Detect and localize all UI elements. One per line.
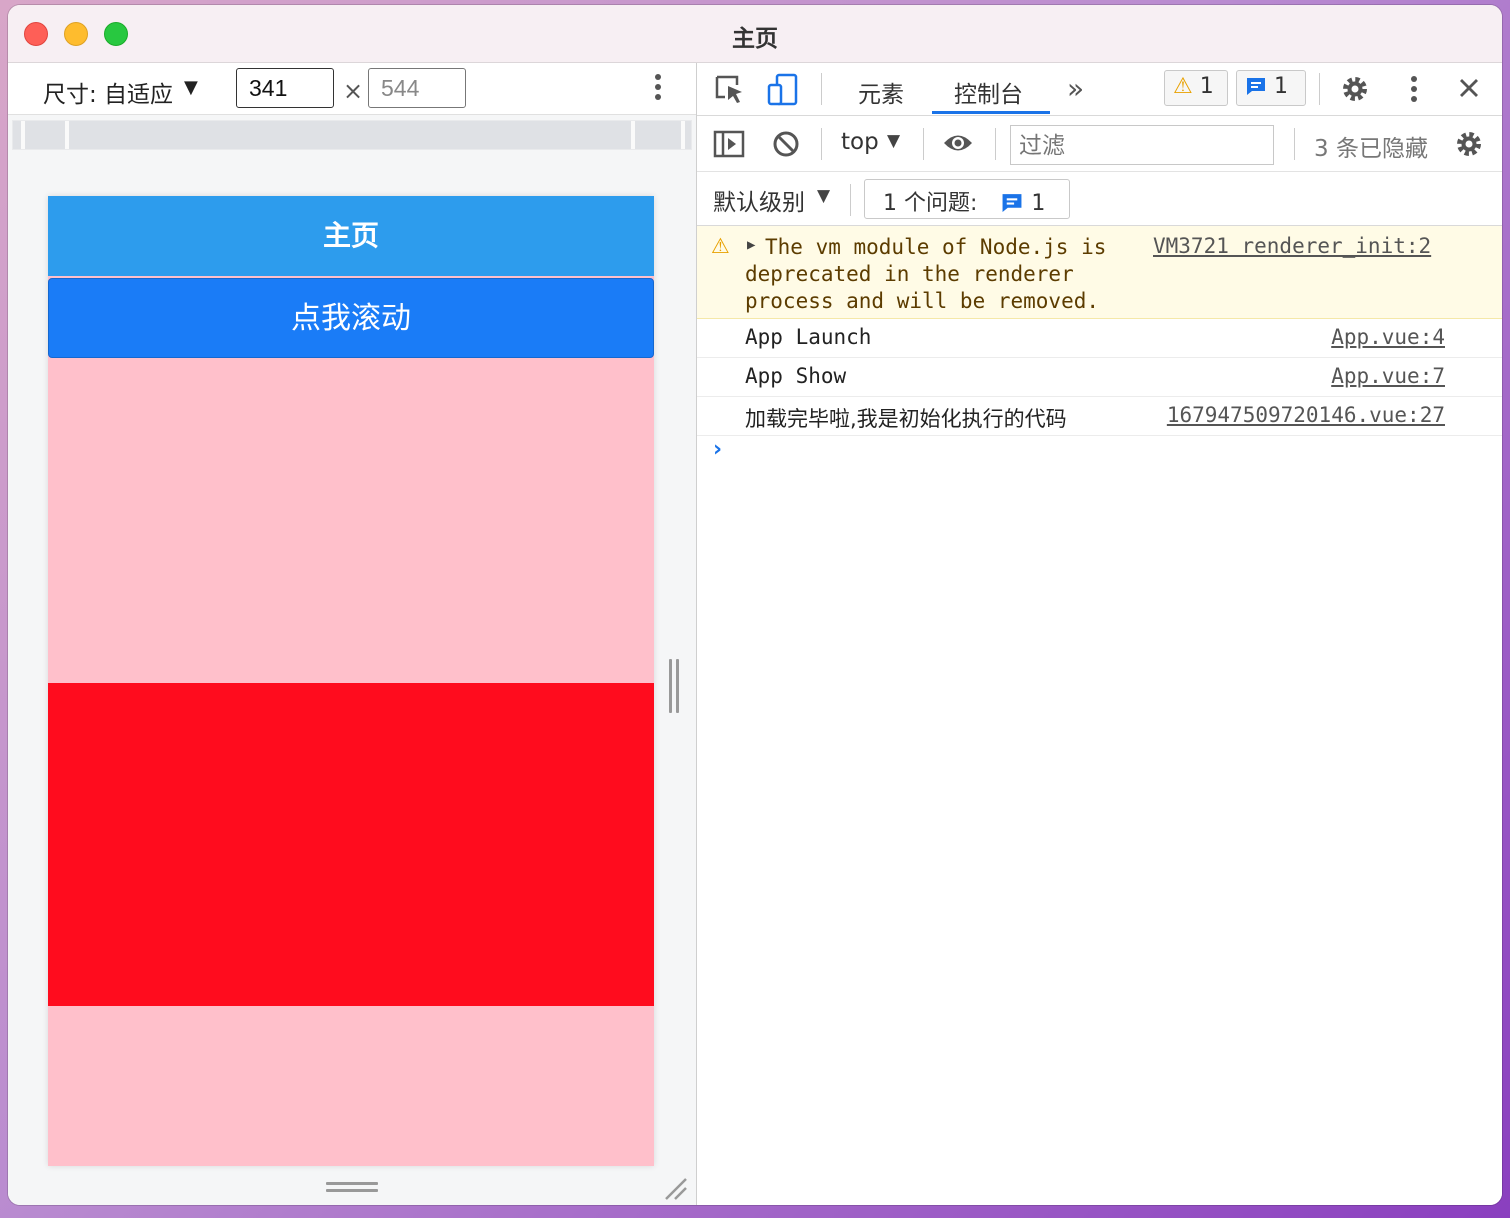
separator — [821, 73, 822, 105]
scroll-button[interactable]: 点我滚动 — [48, 278, 654, 358]
console-toolbar: top ▼ 3 条已隐藏 — [697, 116, 1502, 172]
messages-badge[interactable]: 1 — [1236, 70, 1306, 106]
warnings-badge[interactable]: ⚠ 1 — [1164, 70, 1228, 106]
red-section — [48, 683, 654, 1006]
clear-console-icon[interactable] — [772, 130, 800, 158]
log-source-link[interactable]: App.vue:7 — [1331, 364, 1445, 388]
separator — [1294, 128, 1295, 160]
devtools-more-options-icon[interactable] — [1404, 73, 1424, 107]
ruler-divider — [65, 121, 69, 149]
log-source-link[interactable]: 167947509720146.vue:27 — [1167, 403, 1445, 427]
ruler-divider — [681, 121, 685, 149]
pink-section-bottom — [48, 1006, 654, 1166]
log-text: App Launch — [745, 325, 872, 349]
messages-count: 1 — [1274, 74, 1288, 99]
height-input[interactable] — [368, 68, 466, 108]
issues-count: 1 — [1031, 191, 1046, 216]
filter-input[interactable] — [1010, 125, 1274, 165]
separator — [850, 184, 851, 216]
live-expression-eye-icon[interactable] — [942, 132, 974, 154]
title-bar: 主页 — [8, 5, 1502, 63]
console-log-message[interactable]: App Show App.vue:7 — [697, 358, 1502, 397]
active-tab-indicator — [932, 111, 1050, 114]
warning-icon: ⚠ — [711, 234, 730, 258]
times-symbol: × — [343, 77, 364, 105]
resize-handle-right[interactable] — [669, 659, 683, 713]
inspect-element-icon[interactable] — [715, 75, 747, 105]
log-text: 加载完毕啦,我是初始化执行的代码 — [745, 407, 1067, 431]
tab-elements[interactable]: 元素 — [858, 75, 904, 109]
issue-message-icon — [1002, 194, 1022, 212]
window-title: 主页 — [732, 26, 778, 52]
settings-gear-icon[interactable] — [1340, 74, 1370, 104]
console-levels-bar: 默认级别 ▼ 1 个问题: 1 — [697, 172, 1502, 226]
log-source-link[interactable]: App.vue:4 — [1331, 325, 1445, 349]
devtools-tabbar: 元素 控制台 » ⚠ 1 1 — [697, 63, 1502, 116]
ruler-divider — [631, 121, 635, 149]
warning-source-link[interactable]: VM3721 renderer_init:2 — [1153, 234, 1431, 258]
log-text: App Show — [745, 364, 847, 388]
pink-section-top — [48, 358, 654, 683]
tab-console[interactable]: 控制台 — [954, 75, 1023, 109]
sidebar-toggle-icon[interactable] — [713, 130, 745, 158]
close-devtools-icon[interactable] — [1458, 77, 1480, 99]
console-log-message[interactable]: 加载完毕啦,我是初始化执行的代码 167947509720146.vue:27 — [697, 397, 1502, 436]
message-icon — [1247, 78, 1265, 95]
media-query-ruler[interactable] — [12, 120, 692, 150]
warning-text: The vm module of Node.js is deprecated i… — [745, 235, 1107, 313]
context-selector[interactable]: top — [841, 129, 879, 155]
width-input[interactable] — [236, 68, 334, 108]
levels-caret-icon[interactable]: ▼ — [817, 186, 830, 206]
dimensions-caret-icon[interactable]: ▼ — [184, 77, 198, 98]
warning-icon: ⚠ — [1173, 74, 1193, 99]
console-log-message[interactable]: App Launch App.vue:4 — [697, 319, 1502, 358]
devtools-panel: 元素 控制台 » ⚠ 1 1 top ▼ 过滤 3 条已隐藏 默认级别 ▼ 1 … — [697, 63, 1502, 1205]
warnings-count: 1 — [1199, 74, 1214, 99]
separator — [821, 128, 822, 160]
resize-corner-icon[interactable] — [662, 1175, 688, 1201]
issues-button[interactable]: 1 个问题: 1 — [864, 179, 1070, 219]
device-viewport[interactable]: 主页 点我滚动 — [48, 196, 654, 1166]
device-toolbar: 尺寸: 自适应 ▼ × — [8, 63, 696, 115]
console-settings-gear-icon[interactable] — [1454, 129, 1484, 159]
ruler-divider — [21, 121, 25, 149]
more-tabs-icon[interactable]: » — [1067, 72, 1084, 105]
browser-window: 主页 尺寸: 自适应 ▼ × 主页 点我滚动 — [8, 5, 1502, 1205]
hidden-count-label: 3 条已隐藏 — [1314, 136, 1428, 162]
resize-handle-bottom[interactable] — [326, 1182, 378, 1194]
separator — [923, 128, 924, 160]
separator — [1319, 73, 1320, 105]
dimensions-dropdown[interactable]: 尺寸: 自适应 — [43, 75, 173, 109]
more-options-icon[interactable] — [648, 71, 668, 107]
app-nav-title: 主页 — [48, 196, 654, 276]
console-warning-message[interactable]: ⚠ ▶ The vm module of Node.js is deprecat… — [697, 226, 1502, 319]
context-caret-icon[interactable]: ▼ — [887, 131, 900, 151]
separator — [995, 128, 996, 160]
device-emulation-pane: 尺寸: 自适应 ▼ × 主页 点我滚动 — [8, 63, 697, 1205]
console-prompt-icon[interactable]: › — [713, 437, 722, 462]
default-levels-dropdown[interactable]: 默认级别 — [713, 183, 805, 217]
issues-label: 1 个问题: — [883, 191, 978, 216]
device-toolbar-toggle-icon[interactable] — [767, 73, 799, 107]
